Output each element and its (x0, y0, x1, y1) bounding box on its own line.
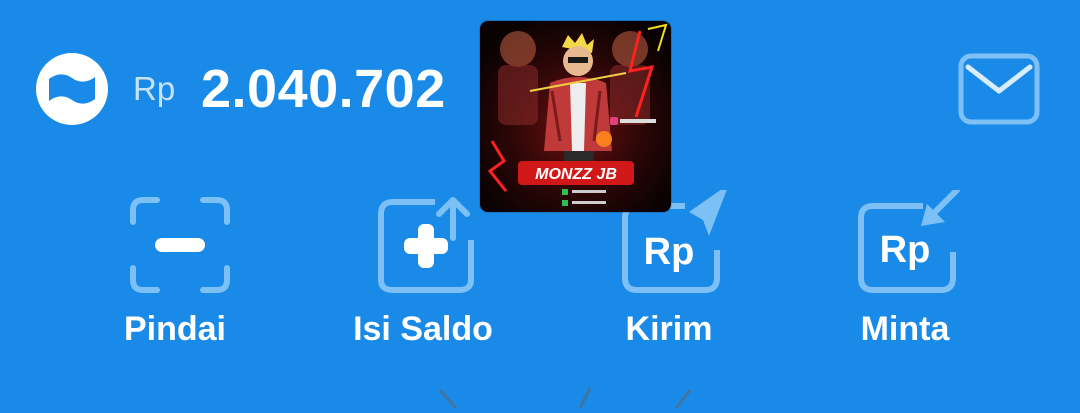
top-up-icon (373, 190, 483, 300)
send-money-label: Kirim (625, 310, 713, 348)
scan-label: Pindai (123, 310, 227, 348)
scan-icon (125, 190, 235, 300)
mail-icon[interactable] (958, 53, 1040, 125)
top-up-button[interactable]: Isi Saldo (333, 190, 513, 360)
profile-thumbnail[interactable]: MONZZ JB (480, 21, 671, 212)
svg-text:Rp: Rp (644, 231, 695, 273)
send-money-button[interactable]: Rp Kirim (579, 184, 759, 360)
scan-button[interactable]: Pindai (85, 190, 265, 360)
request-money-label: Minta (860, 310, 950, 348)
bottom-decoration (0, 360, 1080, 409)
top-up-label: Isi Saldo (353, 310, 493, 348)
svg-text:Rp: Rp (880, 229, 931, 271)
request-money-icon: Rp (855, 187, 965, 300)
currency-label: Rp (133, 70, 176, 107)
balance-amount[interactable]: 2.040.702 (201, 58, 446, 120)
thumbnail-caption: MONZZ JB (535, 166, 617, 183)
request-money-button[interactable]: Rp Minta (815, 187, 995, 360)
quick-actions: Pindai Isi Saldo Rp Kirim Rp Minta (0, 184, 1080, 360)
dana-wallet-logo-icon[interactable] (36, 53, 108, 125)
